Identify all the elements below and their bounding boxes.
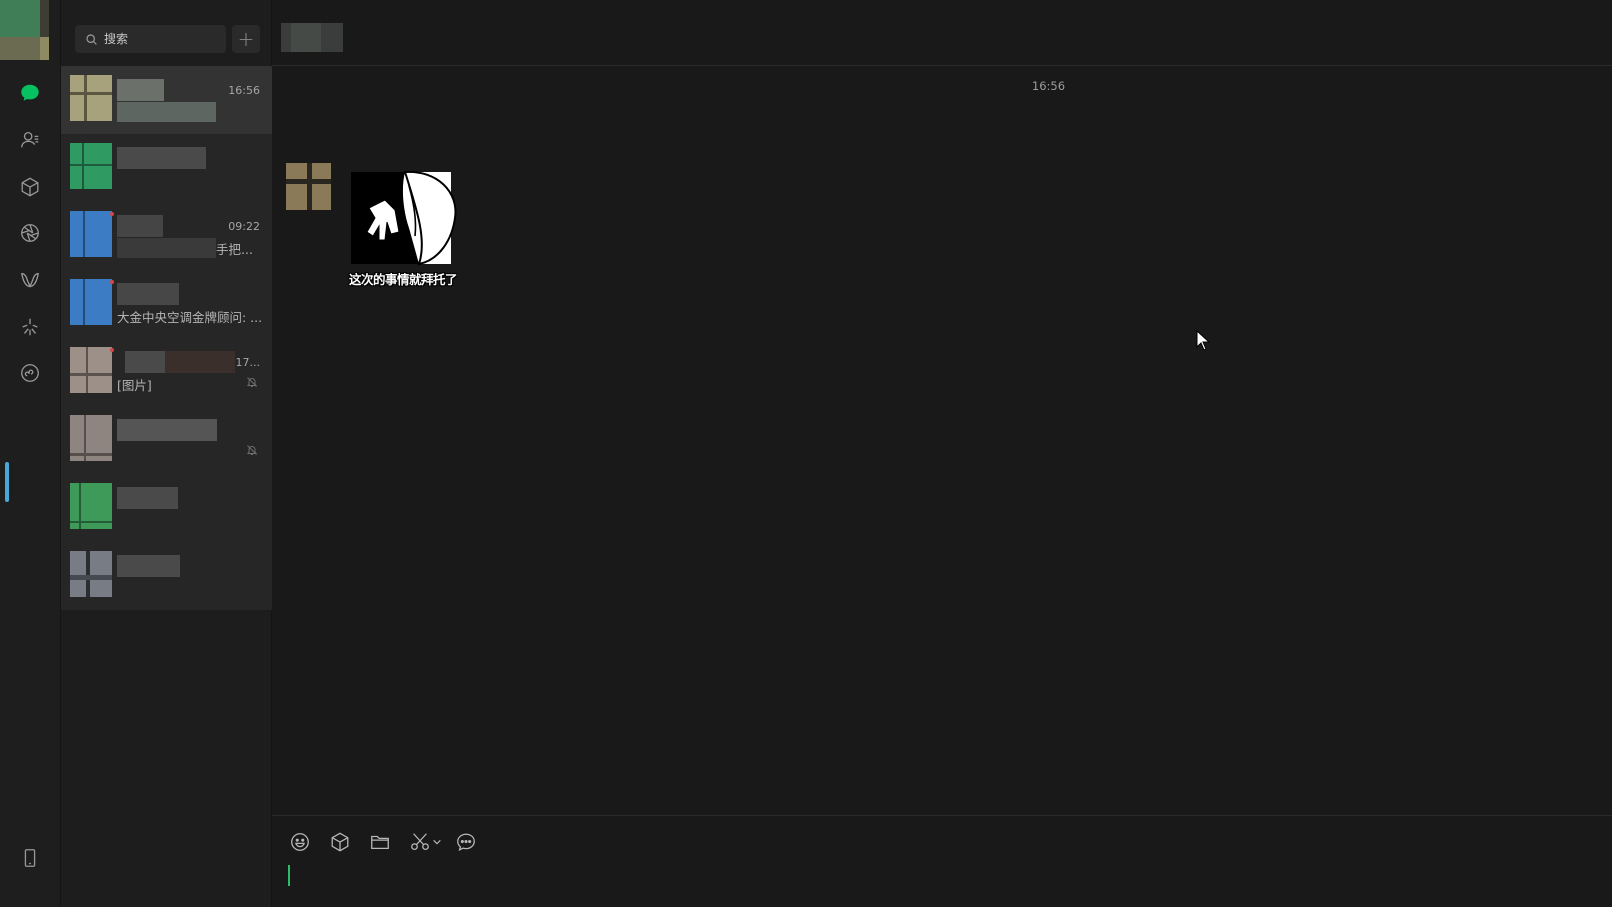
moments-icon[interactable] bbox=[17, 220, 43, 246]
message-composer bbox=[272, 815, 1612, 907]
folder-icon bbox=[371, 835, 389, 850]
chevron-down-icon bbox=[433, 839, 441, 845]
unread-dot bbox=[110, 348, 114, 352]
conversation-item[interactable]: 17... [图片] bbox=[61, 338, 272, 406]
search-input[interactable] bbox=[104, 32, 214, 46]
conversation-list-panel: + 16:56 bbox=[61, 0, 272, 907]
message-preview: 大金中央空调金牌顾问: ... bbox=[117, 310, 262, 325]
chat-icon[interactable] bbox=[17, 80, 43, 106]
message-preview: 手把... bbox=[216, 242, 253, 257]
discover-icon[interactable] bbox=[17, 314, 43, 340]
chat-window: 16:56 这次的事情就拜托了 bbox=[272, 0, 1612, 907]
user-avatar[interactable] bbox=[0, 0, 49, 60]
add-button[interactable]: + bbox=[232, 25, 260, 53]
search-bar: + bbox=[61, 0, 272, 66]
mouse-cursor-icon bbox=[1196, 330, 1211, 351]
contact-avatar bbox=[70, 483, 112, 529]
emoji-button[interactable] bbox=[288, 830, 312, 854]
conversation-item[interactable] bbox=[61, 406, 272, 474]
message-timestamp: 16:56 bbox=[1031, 79, 1066, 93]
mini-programs-icon[interactable] bbox=[17, 360, 43, 386]
chat-header bbox=[272, 0, 1612, 66]
favorites-button[interactable] bbox=[328, 830, 352, 854]
navigation-rail bbox=[0, 0, 61, 907]
text-input-caret[interactable] bbox=[288, 865, 290, 886]
chat-title[interactable] bbox=[281, 23, 343, 52]
conversation-item[interactable]: 16:56 bbox=[61, 66, 272, 134]
emoji-icon bbox=[291, 833, 309, 851]
phone-icon[interactable] bbox=[17, 845, 43, 871]
search-box[interactable] bbox=[75, 25, 226, 53]
message-time: 09:22 bbox=[228, 220, 260, 233]
scissors-icon bbox=[411, 833, 429, 850]
message-preview: [图片] bbox=[117, 378, 152, 393]
conversation-item[interactable] bbox=[61, 542, 272, 610]
conversation-item[interactable] bbox=[61, 134, 272, 202]
mute-bell-icon bbox=[246, 377, 258, 387]
contact-avatar bbox=[70, 347, 112, 393]
message-time: 17... bbox=[235, 356, 261, 369]
conversation-list: 16:56 09:22 手把... 大金中央空调金牌顾问: ... 17... … bbox=[61, 66, 272, 610]
unread-dot bbox=[110, 280, 114, 284]
contact-avatar bbox=[70, 211, 112, 257]
screenshot-options-button[interactable] bbox=[430, 830, 444, 854]
contact-avatar bbox=[70, 415, 112, 461]
conversation-item[interactable]: 大金中央空调金牌顾问: ... bbox=[61, 270, 272, 338]
sticker-message[interactable]: 这次的事情就拜托了 bbox=[347, 170, 459, 290]
contact-avatar bbox=[70, 279, 112, 325]
search-icon bbox=[86, 33, 97, 45]
favorites-icon[interactable] bbox=[17, 174, 43, 200]
sticker-image bbox=[351, 170, 457, 266]
chat-history-icon bbox=[457, 833, 475, 851]
message-preview-blur bbox=[117, 238, 216, 258]
unread-dot bbox=[110, 212, 114, 216]
send-file-button[interactable] bbox=[368, 830, 392, 854]
contacts-icon[interactable] bbox=[17, 127, 43, 153]
chat-history-button[interactable] bbox=[454, 830, 478, 854]
plus-icon: + bbox=[237, 27, 255, 51]
message-time: 16:56 bbox=[228, 84, 260, 97]
contact-avatar bbox=[70, 143, 112, 189]
channels-icon[interactable] bbox=[17, 267, 43, 293]
scroll-indicator[interactable] bbox=[5, 462, 9, 502]
conversation-item[interactable]: 09:22 手把... bbox=[61, 202, 272, 270]
sticker-caption: 这次的事情就拜托了 bbox=[348, 272, 458, 287]
message-preview bbox=[117, 102, 216, 122]
conversation-item[interactable] bbox=[61, 474, 272, 542]
contact-avatar bbox=[70, 551, 112, 597]
screenshot-button[interactable] bbox=[408, 830, 432, 854]
mute-bell-icon bbox=[246, 445, 258, 455]
contact-avatar bbox=[70, 75, 112, 121]
sender-avatar[interactable] bbox=[286, 163, 331, 210]
favorites-icon bbox=[331, 832, 349, 852]
